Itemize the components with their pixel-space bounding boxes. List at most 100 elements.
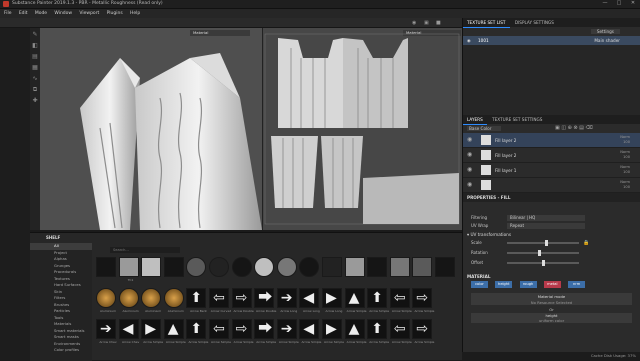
add-layer-icons[interactable]: ▣ ◫ ⊕ ⊗ ▤ ⌫ — [555, 124, 593, 133]
rotation-slider[interactable] — [507, 250, 579, 256]
material-height-button[interactable]: height — [495, 281, 513, 288]
layer-item[interactable]: ◉ Norm 100 — [463, 178, 640, 193]
offset-slider-handle[interactable] — [541, 260, 545, 266]
shelf-tile[interactable] — [231, 257, 252, 277]
eye-icon[interactable]: ◉ — [467, 152, 472, 158]
shelf-tile[interactable]: ⮕ Arrow Double — [254, 288, 276, 313]
shelf-tile[interactable]: ⬆ Arrow Simple — [367, 288, 389, 313]
menu-plugins[interactable]: Plugins — [107, 9, 123, 18]
shelf-tile[interactable]: ⇨ Arrow Simple — [412, 288, 434, 313]
material-rough-button[interactable]: rough — [519, 281, 537, 288]
menu-help[interactable]: Help — [130, 9, 140, 18]
texture-set-shader[interactable]: Main shader — [594, 36, 620, 45]
shelf-tile[interactable]: ⬆ Arrow Simple — [367, 319, 389, 344]
eraser-icon[interactable]: ◧ — [31, 42, 39, 50]
filtering-select[interactable]: Bilinear | HQ — [507, 215, 585, 221]
shelf-tile[interactable]: ⇨ Arrow Simple — [412, 319, 434, 344]
shelf-tile[interactable]: TC1 — [118, 257, 139, 282]
shelf-tile[interactable] — [141, 257, 162, 277]
shelf-tile[interactable]: ➔ Arrow Chev — [96, 319, 117, 344]
picker-icon[interactable]: ✚ — [31, 97, 39, 105]
material-color-button[interactable]: color — [471, 281, 488, 288]
shelf-tile[interactable]: ◀ Arrow Long — [299, 288, 320, 313]
layer-opacity[interactable]: 100 — [623, 140, 630, 144]
shelf-tile[interactable]: ⇨ Arrow Double — [231, 288, 254, 313]
material-metal-button[interactable]: metal — [543, 281, 561, 288]
tab-texture-set-settings[interactable]: TEXTURE SET SETTINGS — [488, 115, 546, 124]
tab-display-settings[interactable]: DISPLAY SETTINGS — [511, 18, 558, 27]
shelf-category-item[interactable]: Color profiles — [30, 347, 92, 354]
layer-opacity[interactable]: 100 — [623, 185, 630, 189]
shelf-tile[interactable]: Aluminium — [118, 288, 139, 313]
shelf-tile[interactable]: Aluminium — [96, 288, 116, 313]
layer-item[interactable]: ◉ Fill layer 1 Norm 100 — [463, 163, 640, 178]
shelf-search-input[interactable]: Search... — [110, 247, 180, 253]
shelf-tile[interactable]: ◀ Arrow Chev — [118, 319, 139, 344]
shelf-tile[interactable] — [186, 257, 207, 277]
shelf-tile[interactable]: ▲ Arrow Simple — [344, 319, 367, 344]
uv-transformations-section[interactable]: ▾ UV transformations — [463, 230, 640, 239]
camera-icon[interactable]: ◉ — [412, 20, 416, 26]
eye-icon[interactable]: ◉ — [467, 167, 472, 173]
screenshot-icon[interactable]: ■ — [436, 20, 441, 26]
eye-icon[interactable]: ◉ — [467, 137, 472, 143]
menu-window[interactable]: Window — [54, 9, 72, 18]
scale-slider[interactable] — [507, 240, 579, 246]
shelf-tile[interactable] — [276, 257, 297, 277]
shelf-tile[interactable]: ➔ Arrow Long — [276, 288, 297, 313]
lock-icon[interactable]: 🔒 — [583, 239, 589, 247]
shelf-tile[interactable]: ⮕ Arrow Simple — [254, 319, 276, 344]
shelf-tile[interactable] — [209, 257, 229, 277]
scale-slider-handle[interactable] — [544, 240, 548, 246]
offset-slider[interactable] — [507, 260, 579, 266]
shelf-tile[interactable]: ▲ Arrow Simple — [163, 319, 186, 344]
layer-blend-mode[interactable]: Norm — [620, 165, 630, 169]
projection-icon[interactable]: ▤ — [31, 53, 39, 61]
tab-texture-set-list[interactable]: TEXTURE SET LIST — [463, 18, 510, 28]
shelf-tile[interactable]: ▶ Arrow Simple — [141, 319, 163, 344]
material-mode-box[interactable]: Material mode No Resource Selected — [471, 293, 632, 305]
smudge-icon[interactable]: ∿ — [31, 75, 39, 83]
polygon-fill-icon[interactable]: ▦ — [31, 64, 39, 72]
viewport-3d[interactable]: Material — [40, 28, 262, 230]
layer-blend-mode[interactable]: Norm — [620, 180, 630, 184]
shelf-tile[interactable]: ⇦ Arrow Simple — [389, 319, 412, 344]
render-icon[interactable]: ▣ — [424, 20, 429, 26]
menu-mode[interactable]: Mode — [35, 9, 47, 18]
paint-brush-icon[interactable]: ✎ — [31, 31, 39, 39]
shelf-tile[interactable] — [96, 257, 116, 277]
shelf-tile[interactable]: ▶ Arrow Simple — [322, 319, 344, 344]
shelf-tile[interactable]: ▲ Arrow Simple — [344, 288, 367, 313]
shelf-tile[interactable] — [344, 257, 365, 277]
shelf-tile[interactable] — [435, 257, 455, 277]
shelf-tile[interactable]: Aluminium — [141, 288, 161, 313]
shelf-tile[interactable]: ⇦ Arrow Simple — [389, 288, 412, 313]
layer-opacity[interactable]: 100 — [623, 170, 630, 174]
shelf-tile[interactable]: ◀ Arrow Simple — [299, 319, 321, 344]
shelf-tile[interactable]: ▶ Arrow Long — [322, 288, 342, 313]
shelf-tile[interactable]: ⇦ Arrow Curved — [209, 288, 231, 313]
material-nrm-button[interactable]: nrm — [568, 281, 586, 288]
texture-set-item[interactable]: ◉ 1001 Main shader — [463, 36, 640, 45]
shelf-tile[interactable]: ⬆ Arrow Bent — [186, 288, 207, 313]
clone-icon[interactable]: ⧉ — [31, 86, 39, 94]
maximize-button[interactable]: □ — [612, 0, 626, 9]
close-button[interactable]: ✕ — [626, 0, 640, 9]
shelf-tile[interactable] — [322, 257, 342, 277]
layer-blend-mode[interactable]: Norm — [620, 150, 630, 154]
eye-icon[interactable]: ◉ — [467, 182, 472, 188]
shelf-tile[interactable] — [367, 257, 388, 277]
height-channel-box[interactable]: height uniform color — [471, 313, 632, 323]
shelf-tile[interactable] — [389, 257, 410, 277]
menu-viewport[interactable]: Viewport — [79, 9, 99, 18]
shelf-tile[interactable] — [412, 257, 433, 277]
texture-set-settings-button[interactable]: Settings — [590, 29, 620, 34]
shelf-tile[interactable] — [254, 257, 275, 277]
minimize-button[interactable]: — — [598, 0, 612, 9]
viewport-2d[interactable]: Material — [262, 28, 462, 230]
layer-item[interactable]: ◉ Fill layer 2 Norm 100 — [463, 148, 640, 163]
shelf-tile[interactable]: ➔ Arrow Simple — [276, 319, 299, 344]
shelf-tile[interactable]: ⇨ Arrow Simple — [231, 319, 254, 344]
layer-blend-mode[interactable]: Norm — [620, 135, 630, 139]
channel-select[interactable]: Base Color — [467, 126, 502, 131]
